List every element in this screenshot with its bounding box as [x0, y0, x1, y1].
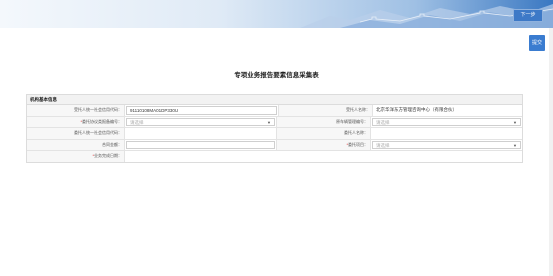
caret-down-icon: ▼: [513, 142, 517, 148]
commission-project-select[interactable]: 请选择 ▼: [372, 140, 521, 149]
contract-amount-input[interactable]: [126, 140, 275, 149]
trustee-name-label: 受托人名称：: [278, 105, 373, 116]
vehicle-number-label: 原车辆管理编号：: [276, 116, 371, 127]
form-row: *委托协议类报备编号： 请选择 ▼ 原车辆管理编号： 请选择 ▼: [27, 116, 522, 128]
completion-date-input[interactable]: [125, 151, 522, 162]
client-name-value: [371, 128, 522, 139]
contract-amount-label: 合同金额：: [27, 139, 125, 150]
form-row: 委托人统一社会信用代码： 委托人名称：: [27, 128, 522, 140]
client-name-label: 委托人名称：: [276, 128, 371, 139]
next-step-button[interactable]: 下一步: [513, 9, 543, 22]
caret-down-icon: ▼: [267, 119, 271, 125]
commission-project-label: *委托项目：: [276, 139, 371, 150]
page-scrollbar[interactable]: [549, 28, 553, 276]
form-row: 受托人统一社会信用代码： 91110108MA01DP330U 受托人名称： 北…: [27, 105, 522, 117]
caret-down-icon: ▼: [513, 119, 517, 125]
trustee-credit-code-field[interactable]: 91110108MA01DP330U: [126, 106, 277, 115]
submit-button[interactable]: 提交: [529, 35, 545, 51]
section-title: 机构基本信息: [27, 95, 522, 105]
trustee-name-value: 北京华洋东方管理咨询中心（有限合伙）: [376, 107, 457, 112]
client-credit-code-label: 委托人统一社会信用代码：: [27, 128, 125, 139]
form-row: *业务完成日期：: [27, 151, 522, 162]
top-banner: 下一步: [0, 0, 553, 28]
vehicle-number-select[interactable]: 请选择 ▼: [372, 117, 521, 126]
institution-info-section: 机构基本信息 受托人统一社会信用代码： 91110108MA01DP330U 受…: [26, 94, 523, 163]
client-credit-code-value: [125, 128, 276, 139]
trustee-credit-code-label: 受托人统一社会信用代码：: [27, 105, 125, 116]
agreement-number-label: *委托协议类报备编号：: [27, 116, 125, 127]
great-wall-banner-art: [300, 4, 553, 28]
form-row: 合同金额： *委托项目： 请选择 ▼: [27, 139, 522, 151]
agreement-number-select[interactable]: 请选择 ▼: [126, 117, 275, 126]
completion-date-label: *业务完成日期：: [27, 151, 125, 162]
page-title: 专项业务报告要素信息采集表: [234, 72, 319, 79]
